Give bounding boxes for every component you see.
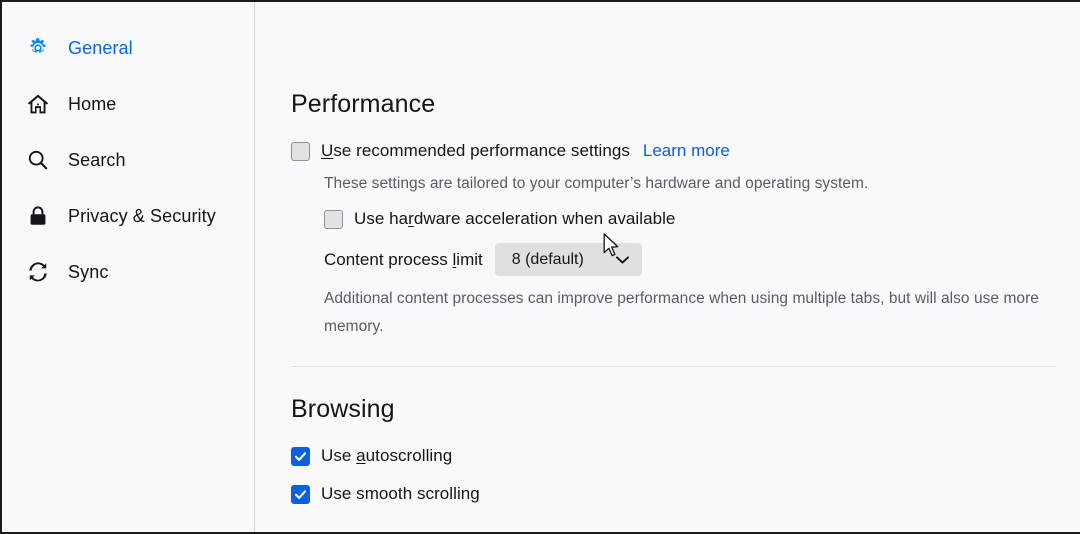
recommended-performance-row: Use recommended performance settings Lea… bbox=[291, 141, 1080, 161]
content-process-limit-row: Content process limit 8 (default) bbox=[324, 243, 1080, 276]
sidebar-item-search[interactable]: Search bbox=[2, 138, 254, 182]
content-process-limit-label: Content process limit bbox=[324, 250, 483, 270]
chevron-down-icon bbox=[615, 251, 629, 269]
firefox-settings-window: General Home Search Privacy & Security S… bbox=[0, 0, 1080, 534]
sync-icon bbox=[26, 260, 50, 284]
sidebar-item-label: Sync bbox=[68, 261, 109, 282]
use-autoscrolling-checkbox[interactable] bbox=[291, 446, 310, 466]
sidebar-item-label: General bbox=[68, 37, 133, 58]
content-process-limit-select[interactable]: 8 (default) bbox=[494, 243, 642, 276]
use-smooth-scrolling-checkbox[interactable] bbox=[291, 484, 310, 504]
browsing-section-heading: Browsing bbox=[291, 395, 395, 423]
learn-more-link[interactable]: Learn more bbox=[643, 141, 730, 161]
sidebar-item-label: Home bbox=[68, 93, 117, 114]
label-text: imit bbox=[456, 249, 483, 269]
settings-content-pane: Performance Use recommended performance … bbox=[255, 2, 1080, 532]
use-recommended-performance-label: Use recommended performance settings bbox=[321, 141, 630, 161]
sidebar-item-general[interactable]: General bbox=[2, 26, 254, 70]
sidebar-item-privacy-security[interactable]: Privacy & Security bbox=[2, 194, 254, 238]
hardware-acceleration-row: Use hardware acceleration when available bbox=[324, 209, 1080, 229]
use-hardware-acceleration-checkbox[interactable] bbox=[324, 209, 343, 229]
lock-icon bbox=[26, 204, 50, 228]
use-smooth-scrolling-row: Use smooth scrolling bbox=[291, 484, 1080, 504]
label-text-prefix: Use ha bbox=[354, 209, 409, 228]
label-text: se recommended performance settings bbox=[333, 141, 630, 160]
use-autoscrolling-row: Use autoscrolling bbox=[291, 446, 1080, 466]
label-text-prefix: Use smooth scrolling bbox=[321, 484, 480, 503]
checkmark-icon bbox=[294, 451, 307, 461]
label-text-prefix: Use bbox=[321, 446, 357, 465]
label-text-prefix: Content process bbox=[324, 249, 453, 269]
use-recommended-performance-checkbox[interactable] bbox=[291, 141, 310, 161]
access-key: U bbox=[321, 141, 334, 160]
content-process-limit-description: Additional content processes can improve… bbox=[324, 290, 1039, 335]
sidebar-item-label: Privacy & Security bbox=[68, 205, 216, 226]
sidebar-item-sync[interactable]: Sync bbox=[2, 250, 254, 294]
section-divider bbox=[291, 366, 1056, 367]
use-smooth-scrolling-label: Use smooth scrolling bbox=[321, 484, 480, 504]
sidebar-item-home[interactable]: Home bbox=[2, 82, 254, 126]
gear-icon bbox=[26, 36, 50, 60]
recommended-performance-description: These settings are tailored to your comp… bbox=[324, 175, 869, 192]
search-icon bbox=[26, 148, 50, 172]
settings-sidebar: General Home Search Privacy & Security S… bbox=[2, 2, 255, 532]
checkmark-icon bbox=[294, 489, 307, 499]
use-autoscrolling-label: Use autoscrolling bbox=[321, 446, 452, 466]
use-hardware-acceleration-label: Use hardware acceleration when available bbox=[354, 209, 675, 229]
label-text: utoscrolling bbox=[365, 446, 453, 465]
access-key: a bbox=[356, 446, 366, 465]
label-text: dware acceleration when available bbox=[413, 209, 676, 228]
performance-section-heading: Performance bbox=[291, 90, 436, 118]
content-process-limit-value: 8 (default) bbox=[511, 250, 584, 268]
home-icon bbox=[26, 92, 50, 116]
sidebar-item-label: Search bbox=[68, 149, 126, 170]
